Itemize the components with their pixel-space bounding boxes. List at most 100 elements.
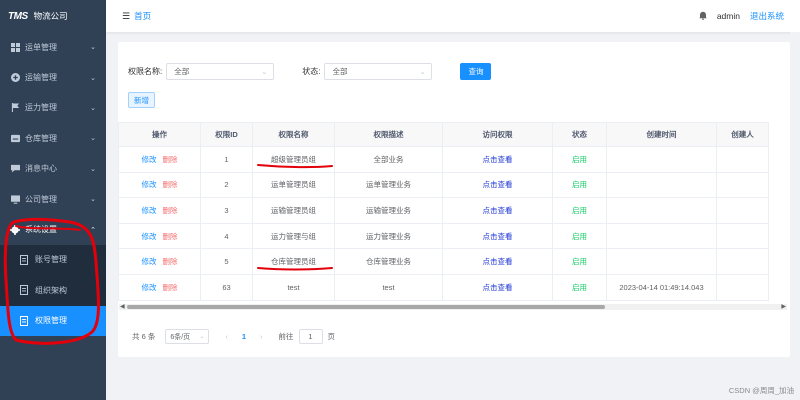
next-page-icon[interactable]: ›: [260, 332, 263, 341]
top-header: ☰ 首页 admin 退出系统: [106, 0, 800, 32]
status-filter-select[interactable]: 全部 ⌄: [324, 63, 433, 80]
scroll-right-icon[interactable]: ▶: [781, 303, 786, 310]
username[interactable]: admin: [717, 11, 740, 21]
edit-button[interactable]: 修改: [142, 206, 157, 215]
column-header: 创建人: [716, 122, 769, 147]
creator-cell: [716, 146, 769, 173]
message-icon: [10, 164, 20, 174]
warehouse-icon: [10, 133, 20, 143]
goto-page-input[interactable]: 1: [298, 329, 323, 344]
view-access-link[interactable]: 点击查看: [483, 180, 513, 189]
sidebar-item-permissions[interactable]: 权限管理: [0, 305, 106, 336]
actions-cell: 修改 删除: [118, 197, 201, 224]
view-access-link[interactable]: 点击查看: [483, 155, 513, 164]
query-button[interactable]: 查询: [460, 63, 492, 80]
created-cell: [606, 197, 717, 224]
prev-page-icon[interactable]: ‹: [225, 332, 228, 341]
sidebar-item-system-settings[interactable]: 系统设置 ⌃: [0, 214, 106, 244]
column-header: 操作: [118, 122, 201, 147]
breadcrumb[interactable]: 首页: [134, 10, 151, 22]
delete-button[interactable]: 删除: [163, 257, 178, 266]
desc-cell: 全部业务: [334, 146, 443, 173]
access-cell: 点击查看: [442, 146, 553, 173]
sidebar-item-transport[interactable]: 运输管理 ⌄: [0, 62, 106, 92]
sidebar-item-label: 运输管理: [25, 73, 57, 83]
column-header: 创建时间: [606, 122, 717, 147]
sidebar-item-label: 公司管理: [25, 194, 57, 204]
scroll-left-icon[interactable]: ◀: [120, 303, 125, 310]
sidebar-item-warehouse[interactable]: 仓库管理 ⌄: [0, 123, 106, 153]
desc-cell: 运力管理业务: [334, 222, 443, 250]
table-header-row: 操作 权限ID 权限名称 权限描述 访问权限 状态 创建时间 创建人: [118, 122, 769, 147]
table-row: 修改 删除 4 运力管理与组 运力管理业务 点击查看 启用: [118, 222, 769, 250]
scrollbar-thumb[interactable]: [127, 305, 605, 309]
creator-cell: [716, 197, 769, 224]
created-cell: 2023-04-14 01:49:14.043: [606, 273, 717, 301]
sidebar-item-org[interactable]: 组织架构: [0, 275, 106, 305]
edit-button[interactable]: 修改: [142, 257, 157, 266]
created-cell: [606, 248, 717, 275]
company-name: 物流公司: [33, 11, 68, 21]
desc-cell: test: [334, 273, 443, 301]
sidebar-item-label: 运单管理: [25, 42, 57, 52]
column-header: 权限描述: [334, 122, 443, 147]
view-access-link[interactable]: 点击查看: [483, 283, 513, 292]
edit-button[interactable]: 修改: [142, 180, 157, 189]
name-filter-select[interactable]: 全部 ⌄: [166, 63, 275, 80]
goto-label: 前往: [278, 332, 294, 341]
desc-cell: 运输管理业务: [334, 197, 443, 224]
hamburger-icon[interactable]: ☰: [122, 11, 130, 22]
chevron-down-icon: ⌄: [419, 68, 426, 76]
page-scrollbar[interactable]: [790, 32, 800, 400]
add-button[interactable]: 新增: [128, 92, 155, 108]
status-cell: 启用: [552, 146, 607, 173]
edit-button[interactable]: 修改: [142, 155, 157, 164]
system-settings-submenu: 账号管理 组织架构 权限管理: [0, 244, 106, 336]
delete-button[interactable]: 删除: [163, 283, 178, 292]
bell-icon[interactable]: [698, 11, 707, 22]
table-row: 修改 删除 3 运输管理员组 运输管理业务 点击查看 启用: [118, 197, 769, 224]
status-text: 启用: [572, 231, 587, 241]
creator-cell: [716, 248, 769, 275]
sidebar-item-capacity[interactable]: 运力管理 ⌄: [0, 93, 106, 123]
sidebar-item-accounts[interactable]: 账号管理: [0, 245, 106, 275]
edit-button[interactable]: 修改: [142, 283, 157, 292]
id-cell: 2: [200, 171, 253, 199]
access-cell: 点击查看: [442, 171, 553, 199]
delete-button[interactable]: 删除: [163, 180, 178, 189]
total-count: 共 6 条: [132, 332, 156, 341]
status-text: 启用: [572, 154, 587, 164]
chevron-down-icon: ⌄: [90, 196, 96, 204]
status-filter-value: 全部: [332, 67, 348, 76]
horizontal-scrollbar[interactable]: ◀ ▶: [119, 304, 787, 310]
id-cell: 3: [200, 197, 253, 224]
main-panel: 权限名称: 全部 ⌄ 状态: 全部 ⌄ 查询 新增 操作 权限ID 权限名称 权…: [118, 42, 790, 357]
name-cell: 超级管理员组: [252, 146, 335, 173]
view-access-link[interactable]: 点击查看: [483, 257, 513, 266]
created-cell: [606, 222, 717, 250]
sidebar: TMS 物流公司 运单管理 ⌄ 运输管理 ⌄ 运力管理 ⌄ 仓库管理 ⌄ 消息中…: [0, 0, 106, 400]
sidebar-item-company[interactable]: 公司管理 ⌄: [0, 184, 106, 214]
chevron-down-icon: ⌄: [90, 135, 96, 143]
sidebar-item-waybill[interactable]: 运单管理 ⌄: [0, 32, 106, 62]
page-size-select[interactable]: 6条/页 ⌄: [165, 329, 210, 344]
delete-button[interactable]: 删除: [163, 206, 178, 215]
sidebar-item-messages[interactable]: 消息中心 ⌄: [0, 154, 106, 184]
chevron-down-icon: ⌄: [199, 334, 205, 340]
status-text: 启用: [572, 282, 587, 292]
page-number[interactable]: 1: [242, 332, 246, 341]
chevron-up-icon: ⌃: [90, 226, 96, 234]
logout-button[interactable]: 退出系统: [750, 10, 784, 22]
status-cell: 启用: [552, 197, 607, 224]
sidebar-item-label: 组织架构: [35, 285, 67, 295]
edit-button[interactable]: 修改: [142, 232, 157, 241]
delete-button[interactable]: 删除: [163, 155, 178, 164]
name-filter-value: 全部: [174, 67, 190, 76]
brand[interactable]: TMS 物流公司: [0, 0, 106, 32]
status-cell: 启用: [552, 222, 607, 250]
name-filter-label: 权限名称:: [128, 67, 163, 76]
delete-button[interactable]: 删除: [163, 232, 178, 241]
table-row: 修改 删除 1 超级管理员组 全部业务 点击查看 启用: [118, 146, 769, 173]
view-access-link[interactable]: 点击查看: [483, 232, 513, 241]
view-access-link[interactable]: 点击查看: [483, 206, 513, 215]
